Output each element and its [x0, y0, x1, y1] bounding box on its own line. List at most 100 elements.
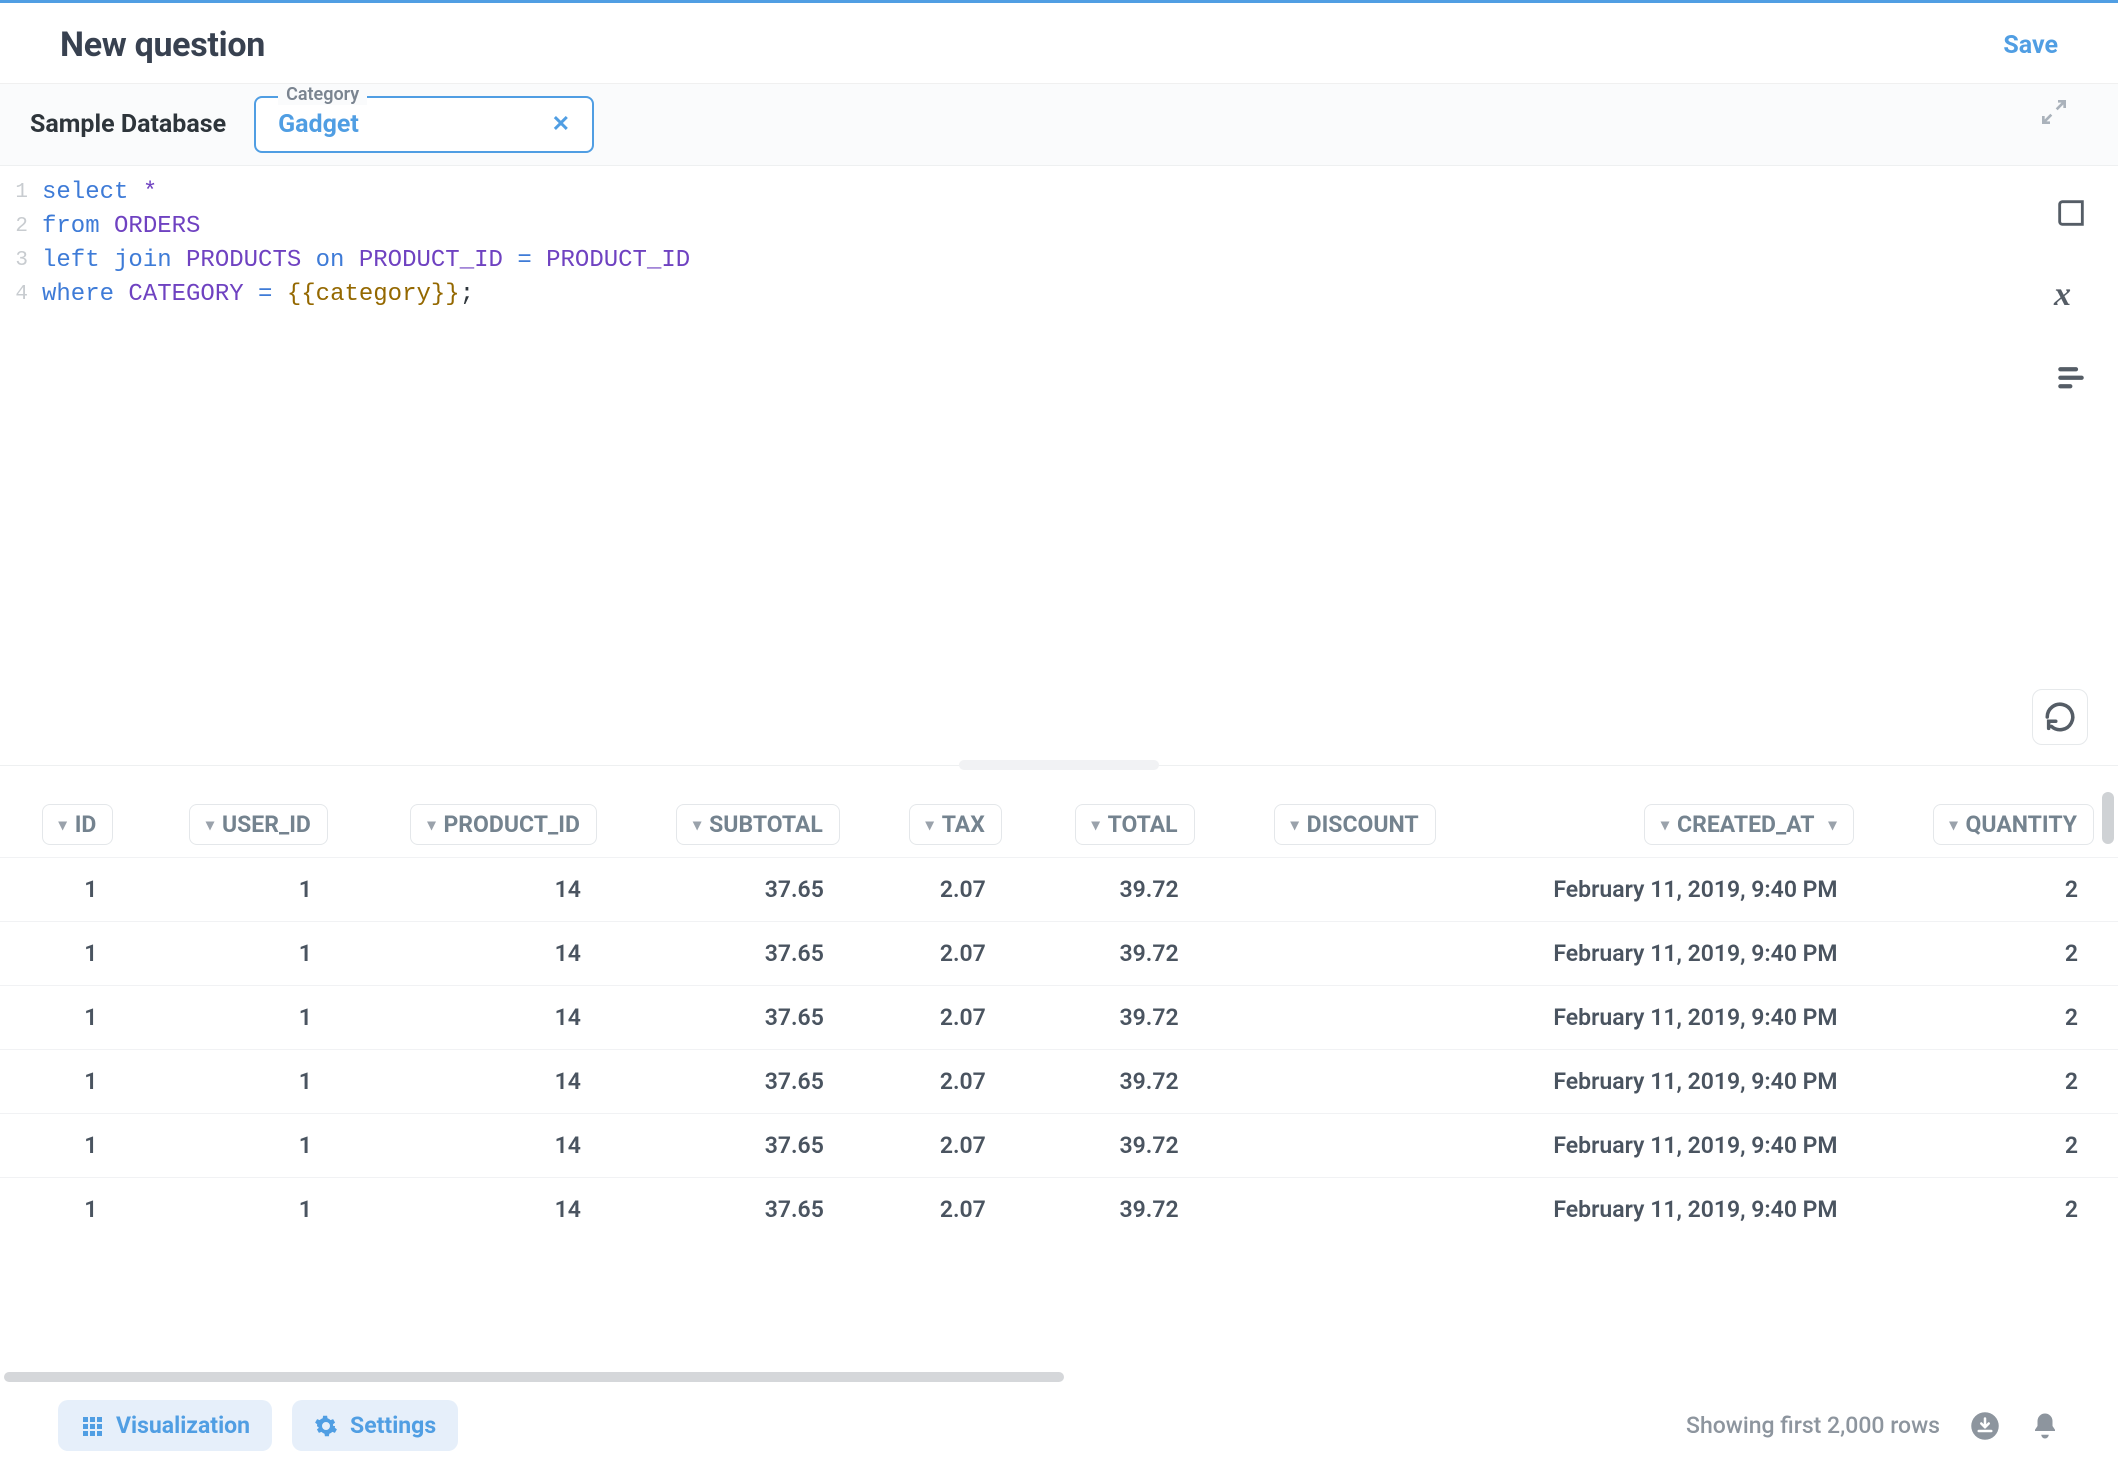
column-label: CREATED_AT — [1677, 811, 1815, 838]
cell-product_id: 14 — [352, 1050, 621, 1114]
column-header-subtotal[interactable]: ▾ SUBTOTAL — [621, 792, 864, 858]
chevron-down-icon: ▾ — [1661, 815, 1669, 834]
column-label: PRODUCT_ID — [443, 811, 579, 838]
cell-quantity: 2 — [1878, 1178, 2118, 1242]
code-line: 1select * — [0, 176, 2118, 210]
visualization-button[interactable]: Visualization — [58, 1400, 272, 1451]
chevron-down-icon: ▾ — [427, 815, 435, 834]
vertical-scrollbar[interactable] — [2102, 792, 2116, 852]
cell-tax: 2.07 — [864, 922, 1026, 986]
chevron-down-icon: ▾ — [1829, 815, 1837, 834]
cell-quantity: 2 — [1878, 1050, 2118, 1114]
snippets-icon[interactable] — [2054, 360, 2088, 394]
filter-chip-value: Gadget — [278, 110, 359, 139]
cell-created_at: February 11, 2019, 9:40 PM — [1460, 858, 1878, 922]
line-number: 1 — [0, 176, 42, 210]
cell-user_id: 1 — [137, 1178, 352, 1242]
column-label: ID — [75, 811, 97, 838]
gear-icon — [314, 1414, 338, 1438]
footer-bar: Visualization Settings Showing first 2,0… — [0, 1384, 2118, 1477]
save-button[interactable]: Save — [2003, 31, 2058, 60]
cell-id: 1 — [0, 1114, 137, 1178]
column-header-tax[interactable]: ▾TAX — [864, 792, 1026, 858]
column-header-id[interactable]: ▾ID — [0, 792, 137, 858]
code-content[interactable]: select * — [42, 176, 157, 210]
cell-id: 1 — [0, 858, 137, 922]
grid-icon — [80, 1414, 104, 1438]
cell-user_id: 1 — [137, 986, 352, 1050]
cell-tax: 2.07 — [864, 1178, 1026, 1242]
column-header-product_id[interactable]: ▾ PRODUCT_ID — [352, 792, 621, 858]
query-parameter-bar: Sample Database Category Gadget ✕ — [0, 84, 2118, 166]
cell-product_id: 14 — [352, 1178, 621, 1242]
cell-user_id: 1 — [137, 1050, 352, 1114]
table-row[interactable]: 111437.652.0739.72February 11, 2019, 9:4… — [0, 1178, 2118, 1242]
cell-quantity: 2 — [1878, 858, 2118, 922]
download-icon[interactable] — [1970, 1411, 2000, 1441]
cell-discount — [1219, 1050, 1460, 1114]
code-content[interactable]: left join PRODUCTS on PRODUCT_ID = PRODU… — [42, 244, 690, 278]
code-line: 4where CATEGORY = {{category}}; — [0, 278, 2118, 312]
cell-tax: 2.07 — [864, 1050, 1026, 1114]
bell-icon[interactable] — [2030, 1411, 2060, 1441]
code-content[interactable]: where CATEGORY = {{category}}; — [42, 278, 474, 312]
cell-discount — [1219, 1114, 1460, 1178]
database-selector[interactable]: Sample Database — [30, 110, 226, 139]
cell-user_id: 1 — [137, 1114, 352, 1178]
run-query-button[interactable] — [2032, 689, 2088, 745]
column-header-total[interactable]: ▾TOTAL — [1026, 792, 1219, 858]
results-panel: ▾ID▾USER_ID▾PRODUCT_ID▾SUBTOTAL▾TAX▾TOTA… — [0, 766, 2118, 1384]
code-content[interactable]: from ORDERS — [42, 210, 200, 244]
table-row[interactable]: 111437.652.0739.72February 11, 2019, 9:4… — [0, 1114, 2118, 1178]
horizontal-scrollbar[interactable] — [0, 1370, 2118, 1384]
cell-id: 1 — [0, 1178, 137, 1242]
column-label: DISCOUNT — [1307, 811, 1419, 838]
chevron-down-icon: ▾ — [1291, 815, 1299, 834]
cell-discount — [1219, 1178, 1460, 1242]
code-line: 2from ORDERS — [0, 210, 2118, 244]
reference-icon[interactable] — [2054, 196, 2088, 230]
column-header-quantity[interactable]: ▾QUANTITY — [1878, 792, 2118, 858]
close-icon[interactable]: ✕ — [552, 112, 570, 137]
cell-quantity: 2 — [1878, 986, 2118, 1050]
settings-label: Settings — [350, 1412, 436, 1439]
column-label: QUANTITY — [1966, 811, 2077, 838]
table-row[interactable]: 111437.652.0739.72February 11, 2019, 9:4… — [0, 1050, 2118, 1114]
column-label: SUBTOTAL — [709, 811, 823, 838]
cell-subtotal: 37.65 — [621, 858, 864, 922]
cell-tax: 2.07 — [864, 858, 1026, 922]
cell-subtotal: 37.65 — [621, 1178, 864, 1242]
sql-editor[interactable]: 1select *2from ORDERS3left join PRODUCTS… — [0, 166, 2118, 766]
chevron-down-icon: ▾ — [206, 815, 214, 834]
table-row[interactable]: 111437.652.0739.72February 11, 2019, 9:4… — [0, 858, 2118, 922]
column-header-discount[interactable]: ▾ DISCOUNT — [1219, 792, 1460, 858]
chevron-down-icon: ▾ — [926, 815, 934, 834]
column-header-created_at[interactable]: ▾ CREATED_AT ▾ — [1460, 792, 1878, 858]
cell-tax: 2.07 — [864, 1114, 1026, 1178]
collapse-editor-icon[interactable] — [2038, 96, 2070, 128]
cell-user_id: 1 — [137, 858, 352, 922]
cell-subtotal: 37.65 — [621, 1050, 864, 1114]
cell-product_id: 14 — [352, 986, 621, 1050]
variable-icon[interactable]: x — [2054, 278, 2088, 312]
cell-id: 1 — [0, 986, 137, 1050]
code-line: 3left join PRODUCTS on PRODUCT_ID = PROD… — [0, 244, 2118, 278]
cell-created_at: February 11, 2019, 9:40 PM — [1460, 1050, 1878, 1114]
cell-total: 39.72 — [1026, 858, 1219, 922]
cell-subtotal: 37.65 — [621, 986, 864, 1050]
table-row[interactable]: 111437.652.0739.72February 11, 2019, 9:4… — [0, 922, 2118, 986]
cell-product_id: 14 — [352, 922, 621, 986]
cell-id: 1 — [0, 1050, 137, 1114]
cell-total: 39.72 — [1026, 1178, 1219, 1242]
settings-button[interactable]: Settings — [292, 1400, 458, 1451]
column-label: TOTAL — [1108, 811, 1178, 838]
refresh-icon — [2043, 700, 2077, 734]
chevron-down-icon: ▾ — [693, 815, 701, 834]
header: New question Save — [0, 3, 2118, 84]
cell-total: 39.72 — [1026, 1114, 1219, 1178]
line-number: 3 — [0, 244, 42, 278]
table-row[interactable]: 111437.652.0739.72February 11, 2019, 9:4… — [0, 986, 2118, 1050]
filter-chip-category[interactable]: Category Gadget ✕ — [254, 96, 594, 153]
column-header-user_id[interactable]: ▾USER_ID — [137, 792, 352, 858]
results-table: ▾ID▾USER_ID▾PRODUCT_ID▾SUBTOTAL▾TAX▾TOTA… — [0, 792, 2118, 1241]
